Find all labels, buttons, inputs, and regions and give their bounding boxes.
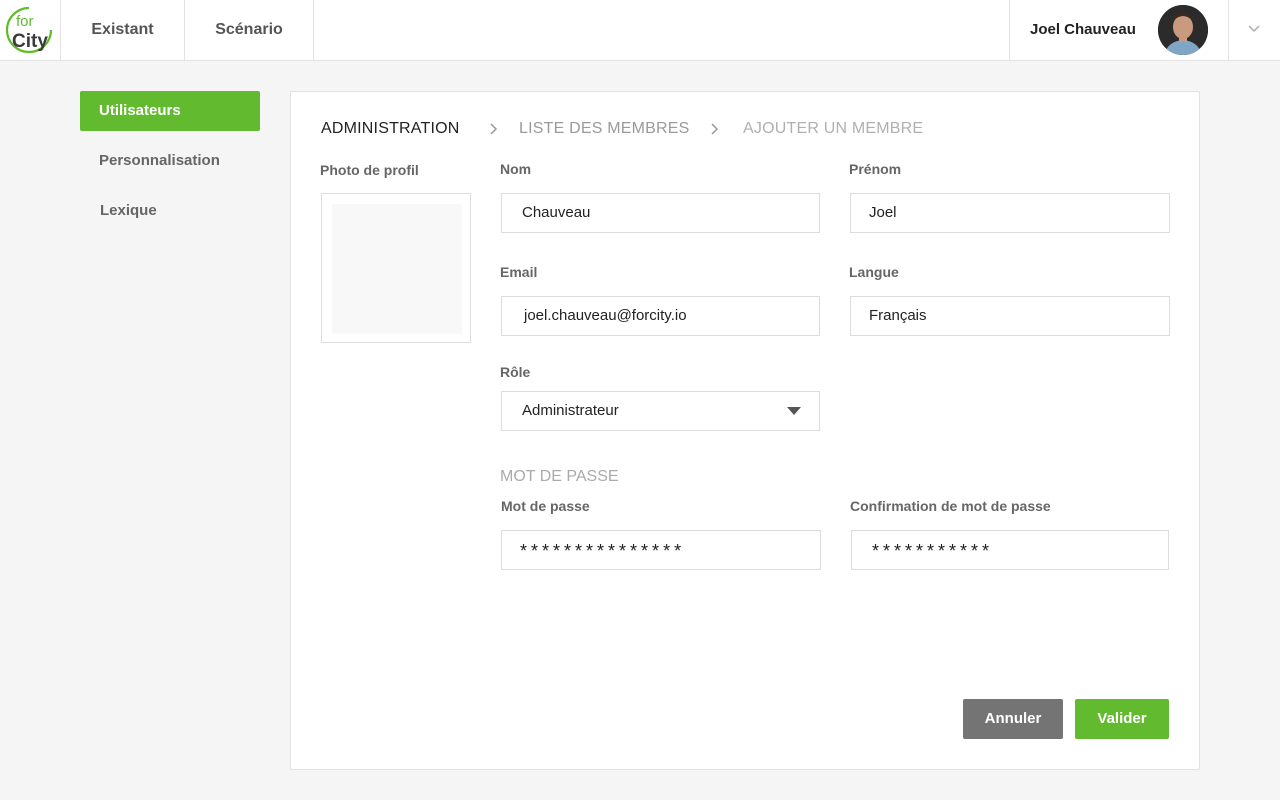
forcity-logo[interactable]: for City [0, 0, 61, 60]
chevron-down-icon [1248, 25, 1260, 33]
member-form-panel: ADMINISTRATION LISTE DES MEMBRES AJOUTER… [290, 91, 1200, 770]
breadcrumb-ajouter-membre: AJOUTER UN MEMBRE [743, 120, 924, 137]
nav-existant[interactable]: Existant [61, 0, 185, 60]
password-confirm-label: Confirmation de mot de passe [850, 498, 1051, 514]
avatar[interactable] [1158, 5, 1208, 55]
logo-text-city: City [12, 31, 48, 52]
role-label: Rôle [500, 364, 531, 380]
password-confirm-input[interactable]: *********** [851, 530, 1169, 570]
langue-label: Langue [849, 264, 899, 280]
caret-down-icon [787, 407, 801, 415]
user-menu[interactable]: Joel Chauveau [1009, 0, 1229, 60]
email-input[interactable]: joel.chauveau@forcity.io [501, 296, 820, 336]
password-section-title: MOT DE PASSE [500, 468, 619, 485]
prenom-label: Prénom [849, 161, 902, 177]
nom-input[interactable]: Chauveau [501, 193, 820, 233]
langue-input[interactable]: Français [850, 296, 1170, 336]
role-selected-value: Administrateur [522, 402, 619, 419]
profile-photo-upload[interactable] [321, 193, 471, 343]
chevron-right-icon [711, 123, 719, 135]
breadcrumb-administration[interactable]: ADMINISTRATION [321, 120, 460, 138]
photo-label: Photo de profil [320, 162, 419, 178]
breadcrumb-liste-membres[interactable]: LISTE DES MEMBRES [519, 120, 690, 138]
nav-scenario[interactable]: Scénario [185, 0, 314, 60]
password-input[interactable]: *************** [501, 530, 821, 570]
logo-text-for: for [16, 13, 34, 30]
submit-button[interactable]: Valider [1075, 699, 1169, 739]
user-dropdown-toggle[interactable] [1229, 0, 1280, 60]
password-label: Mot de passe [501, 498, 590, 514]
cancel-button[interactable]: Annuler [963, 699, 1063, 739]
email-label: Email [500, 264, 538, 280]
chevron-right-icon [490, 123, 498, 135]
avatar-image [1158, 5, 1208, 55]
user-name: Joel Chauveau [1030, 21, 1136, 38]
sidebar-item-lexique[interactable]: Lexique [80, 191, 260, 231]
sidebar-item-utilisateurs[interactable]: Utilisateurs [80, 91, 260, 131]
sidebar-item-personnalisation[interactable]: Personnalisation [80, 141, 260, 181]
logo-icon: for City [5, 6, 53, 54]
top-bar: for City Existant Scénario Joel Chauveau [0, 0, 1280, 61]
nom-label: Nom [500, 161, 532, 177]
prenom-input[interactable]: Joel [850, 193, 1170, 233]
photo-placeholder [332, 204, 462, 334]
role-select[interactable]: Administrateur [501, 391, 820, 431]
